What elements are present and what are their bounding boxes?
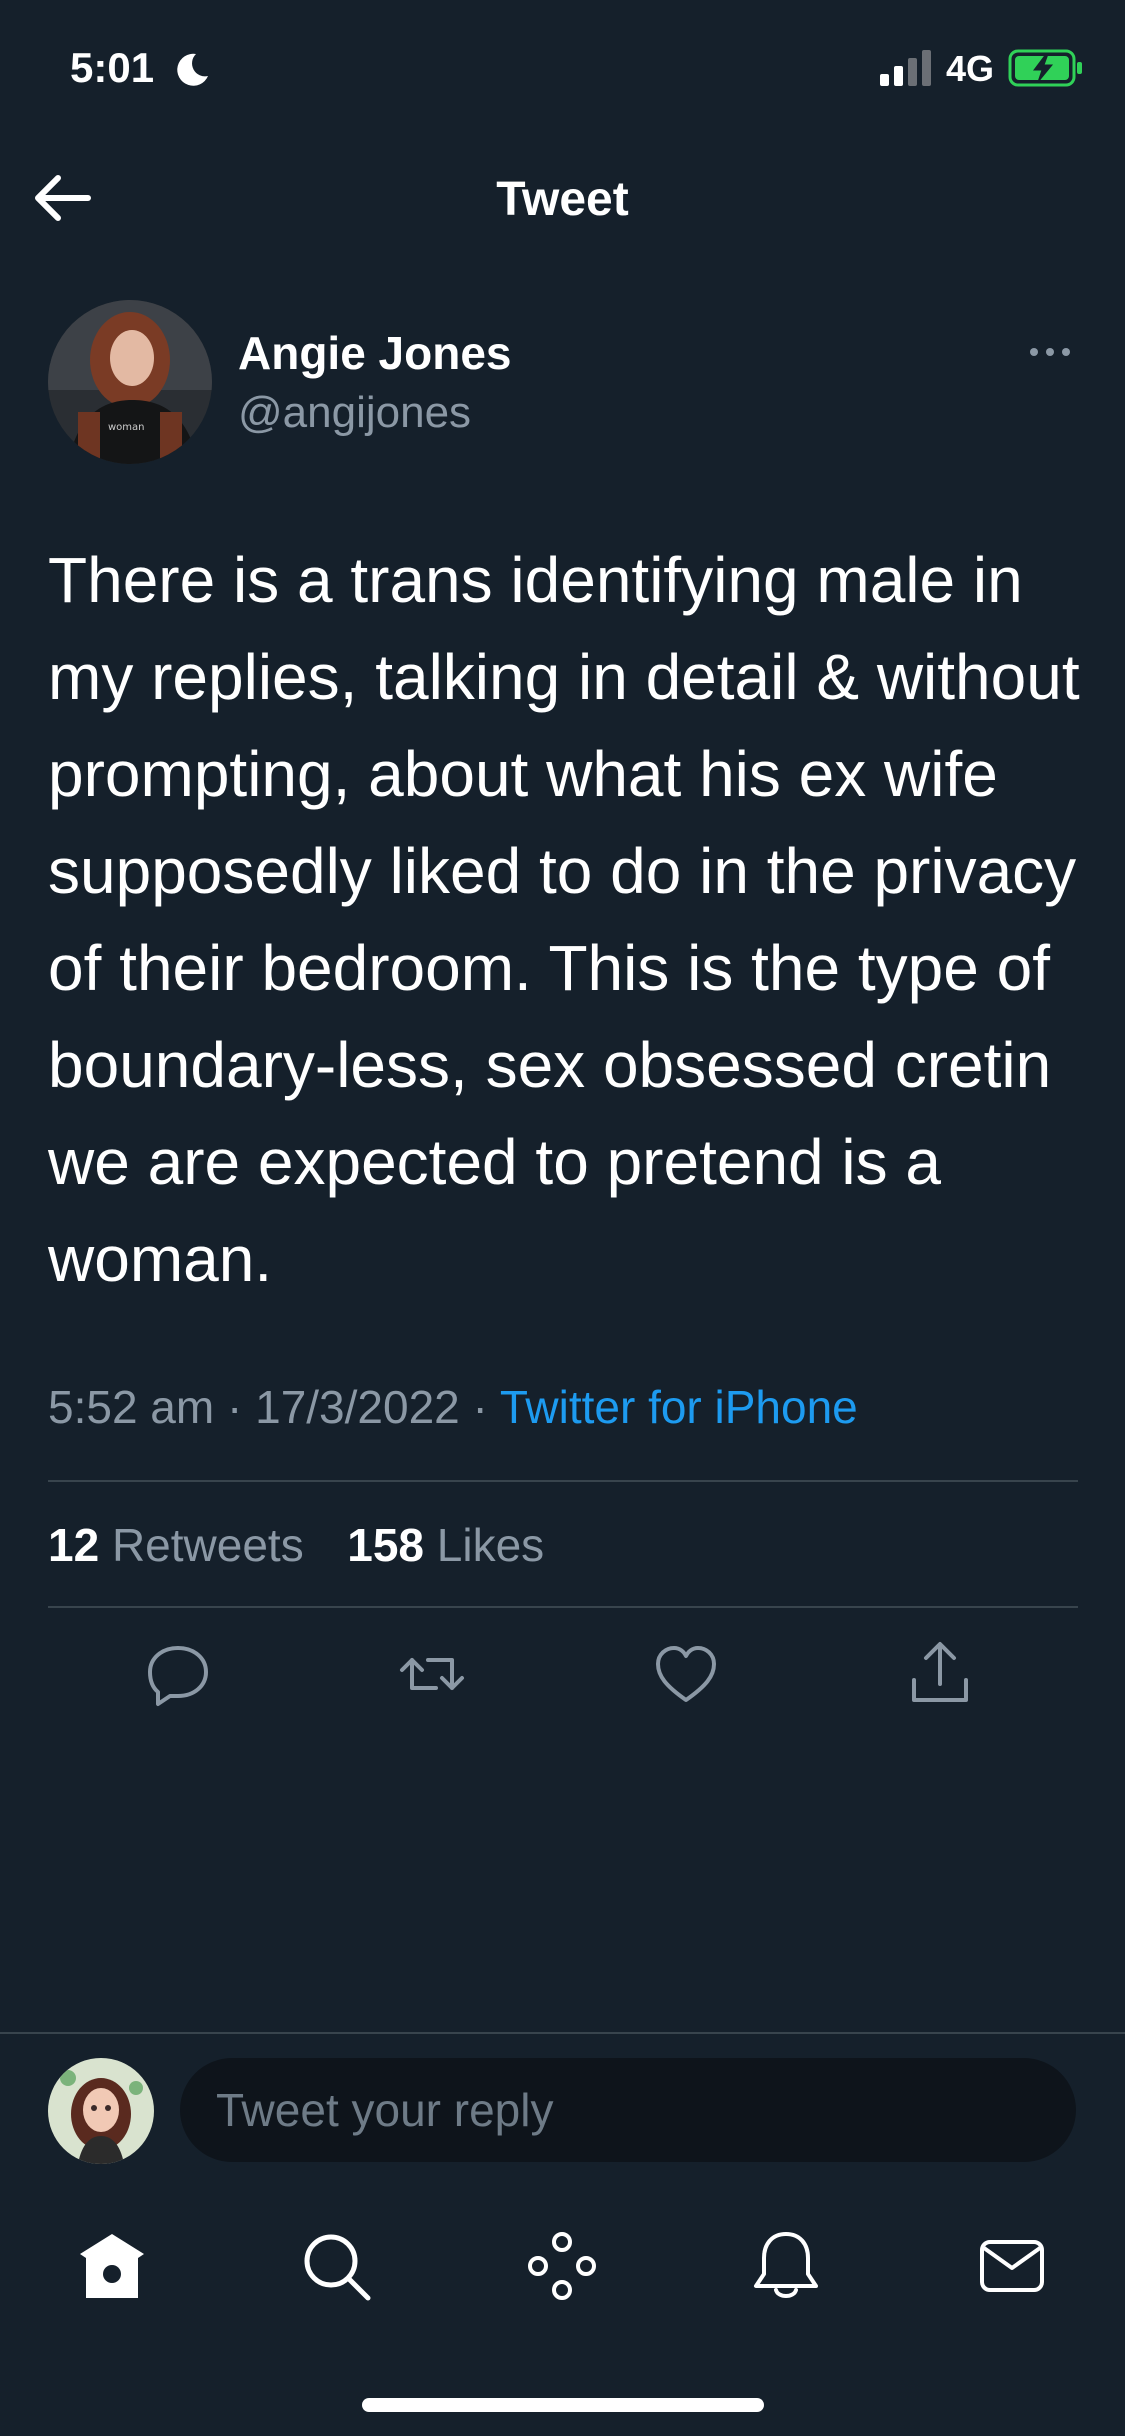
likes-label[interactable]: Likes (437, 1519, 544, 1571)
tweet-text: There is a trans identifying male in my … (48, 544, 1080, 1295)
like-icon[interactable] (652, 1640, 720, 1708)
share-icon[interactable] (906, 1640, 974, 1708)
spaces-icon[interactable] (524, 2228, 600, 2304)
retweets-count[interactable]: 12 (48, 1519, 99, 1571)
search-icon[interactable] (298, 2228, 374, 2304)
reply-icon[interactable] (144, 1640, 212, 1708)
tweet-actions (0, 1640, 1125, 1720)
tweet-time: 5:52 am (48, 1381, 215, 1433)
tweet-date: 17/3/2022 (255, 1381, 460, 1433)
network-label: 4G (946, 48, 995, 89)
page-title: Tweet (496, 173, 629, 226)
status-bar: 5:01 4G (0, 0, 1125, 140)
meta-separator: · (214, 1381, 256, 1433)
status-time: 5:01 (70, 44, 155, 91)
tweet-source-link[interactable]: Twitter for iPhone (500, 1381, 858, 1433)
tweet-stats: 12 Retweets 158 Likes (48, 1518, 544, 1572)
battery-charging-icon (1008, 49, 1082, 87)
author-name[interactable]: Angie Jones (238, 326, 512, 380)
notifications-icon[interactable] (748, 2228, 824, 2304)
retweet-icon[interactable] (398, 1640, 466, 1708)
divider (48, 1480, 1078, 1482)
home-icon[interactable] (74, 2228, 150, 2304)
divider (48, 1606, 1078, 1608)
tweet-detail-screen: 5:01 4G Tweet woman Angie Jones @angijon… (0, 0, 1125, 2436)
retweets-label[interactable]: Retweets (112, 1519, 304, 1571)
messages-icon[interactable] (974, 2228, 1050, 2304)
meta-separator: · (459, 1381, 500, 1433)
author-avatar[interactable]: woman (48, 300, 212, 464)
top-navigation: Tweet (0, 150, 1125, 250)
more-options-icon[interactable] (1026, 340, 1074, 364)
author-handle[interactable]: @angijones (238, 388, 471, 438)
svg-text:woman: woman (108, 422, 145, 433)
reply-bar-divider (0, 2032, 1125, 2034)
tweet-meta: 5:52 am · 17/3/2022 · Twitter for iPhone (48, 1380, 858, 1434)
reply-input[interactable] (180, 2058, 1076, 2162)
signal-icon (880, 50, 931, 86)
moon-icon (177, 53, 208, 86)
home-indicator[interactable] (362, 2398, 764, 2412)
user-avatar[interactable] (48, 2058, 154, 2164)
likes-count[interactable]: 158 (347, 1519, 424, 1571)
